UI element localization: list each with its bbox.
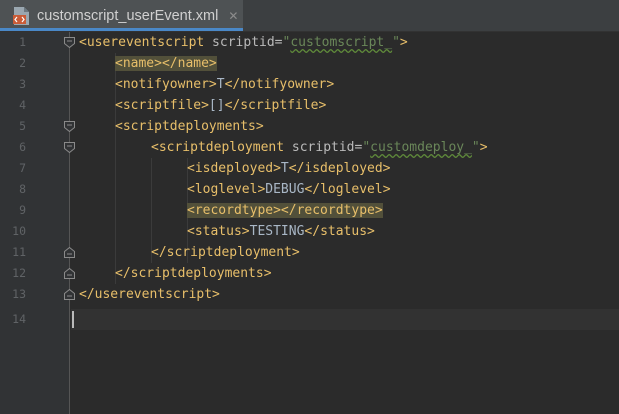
fold-open-icon[interactable] — [64, 37, 75, 48]
code-line-13: </usereventscript> — [79, 287, 220, 302]
code-line-7: <isdeployed>T</isdeployed> — [187, 161, 391, 176]
code-line-9: <recordtype></recordtype> — [187, 203, 383, 218]
code-line-12: </scriptdeployments> — [115, 266, 272, 281]
fold-close-icon[interactable] — [64, 247, 75, 258]
code-line-3: <notifyowner>T</notifyowner> — [115, 77, 335, 92]
close-icon[interactable]: ✕ — [228, 9, 238, 23]
editor-tab[interactable]: customscript_userEvent.xml ✕ — [0, 0, 243, 31]
line-number: 8 — [19, 182, 26, 196]
line-number: 2 — [19, 56, 26, 70]
line-number: 12 — [12, 266, 26, 280]
active-tab-indicator — [0, 28, 243, 31]
fold-open-icon[interactable] — [64, 142, 75, 153]
fold-open-icon[interactable] — [64, 121, 75, 132]
code-line-8: <loglevel>DEBUG</loglevel> — [187, 182, 391, 197]
code-line-1: <usereventscript scriptid="customscript_… — [79, 35, 408, 50]
line-number: 5 — [19, 119, 26, 133]
code-line-11: </scriptdeployment> — [151, 245, 300, 260]
current-line-highlight — [71, 309, 619, 330]
code-line-5: <scriptdeployments> — [115, 119, 264, 134]
line-number: 4 — [19, 98, 26, 112]
tab-title: customscript_userEvent.xml — [37, 7, 219, 24]
code-line-6: <scriptdeployment scriptid="customdeploy… — [151, 140, 488, 155]
code-line-2: <name></name> — [115, 56, 217, 71]
line-number: 7 — [19, 161, 26, 175]
tab-bar: customscript_userEvent.xml ✕ — [0, 0, 619, 32]
xml-file-icon — [13, 6, 30, 26]
line-number: 10 — [12, 224, 26, 238]
fold-close-icon[interactable] — [64, 268, 75, 279]
fold-close-icon[interactable] — [64, 289, 75, 300]
line-number: 6 — [19, 140, 26, 154]
line-number: 14 — [12, 312, 26, 326]
line-number: 1 — [19, 35, 26, 49]
text-caret — [72, 311, 74, 328]
line-number: 11 — [12, 245, 26, 259]
line-number: 3 — [19, 77, 26, 91]
code-line-4: <scriptfile>[]</scriptfile> — [115, 98, 327, 113]
code-area[interactable]: 1 2 3 4 5 6 7 8 9 10 11 12 13 14 <userev… — [0, 32, 619, 414]
line-number: 13 — [12, 287, 26, 301]
code-line-10: <status>TESTING</status> — [187, 224, 375, 239]
line-number: 9 — [19, 203, 26, 217]
